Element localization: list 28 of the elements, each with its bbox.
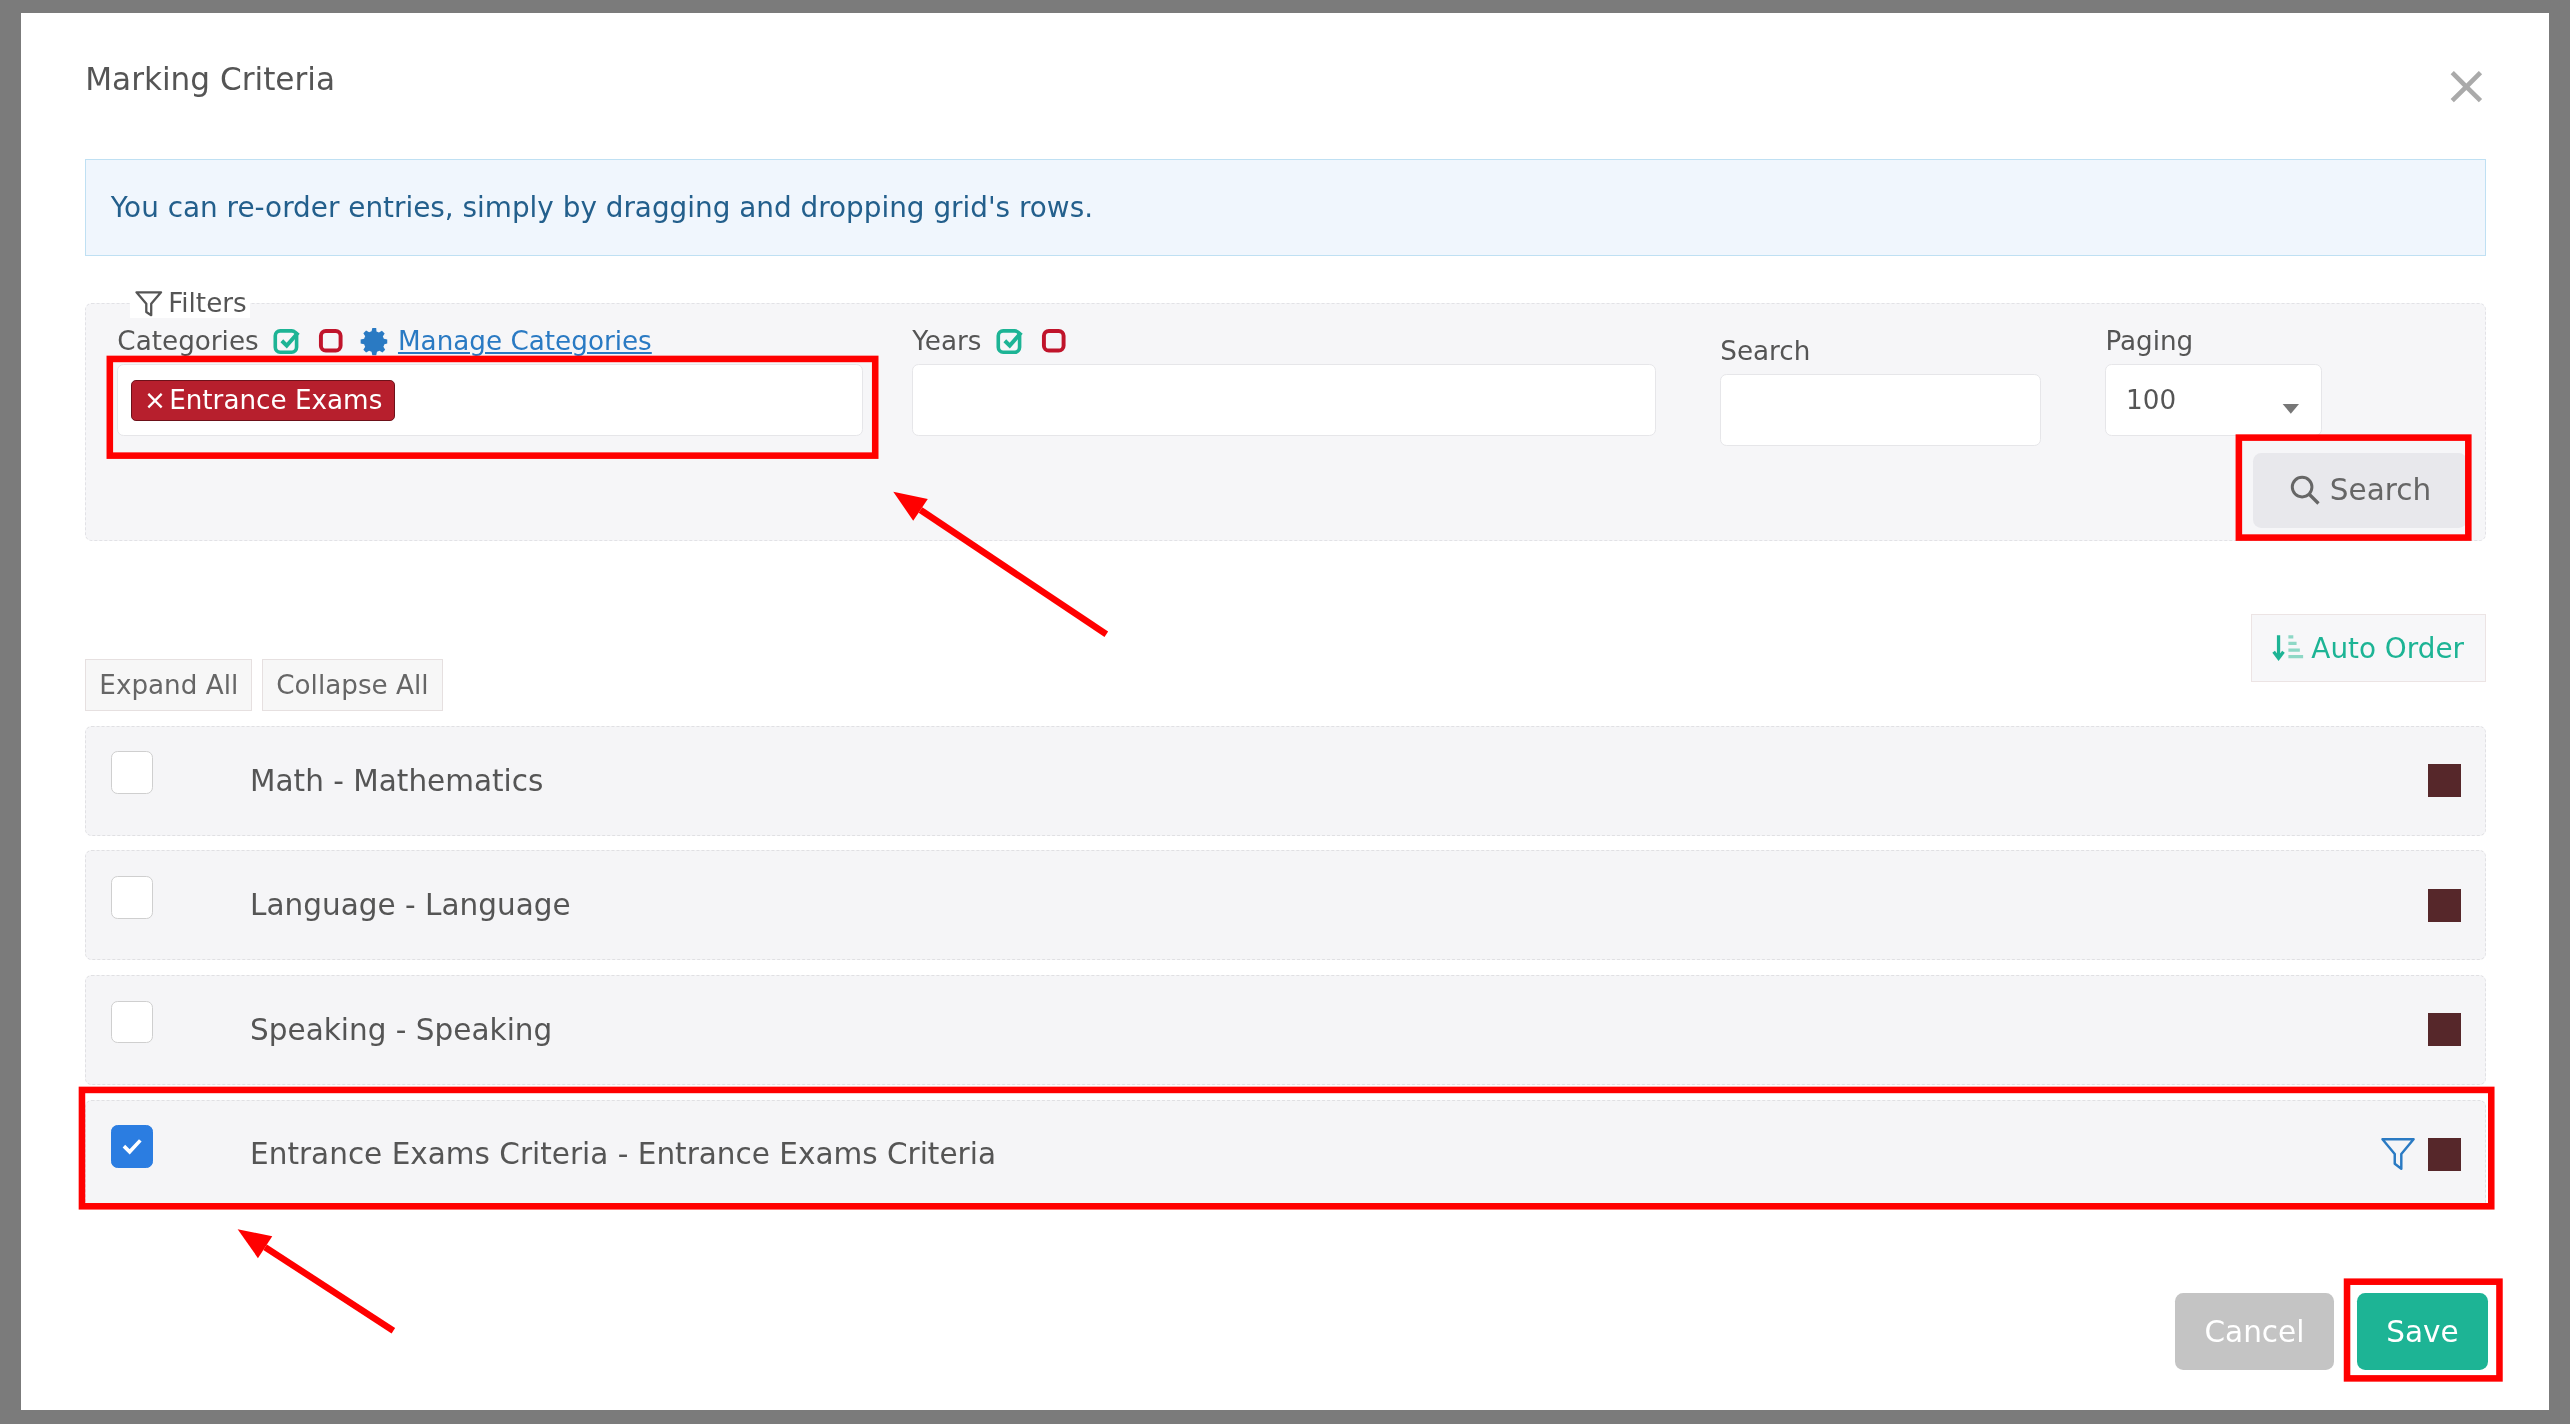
search-button[interactable]: Search [2252, 452, 2468, 529]
funnel-icon [133, 288, 164, 319]
tag-remove-button[interactable]: × [143, 385, 166, 416]
collapse-all-button[interactable]: Collapse All [262, 658, 443, 712]
criteria-row[interactable]: Math - Mathematics [85, 725, 2487, 836]
manage-categories-link[interactable]: Manage Categories [360, 325, 652, 357]
paging-select[interactable]: 100 [2105, 364, 2322, 437]
field-label: Search [1720, 336, 1811, 367]
dialog-title: Marking Criteria [85, 60, 336, 97]
search-icon [2288, 474, 2322, 507]
checkbox[interactable] [110, 1125, 154, 1168]
field-label: Paging [2105, 326, 2194, 357]
tag-label: Entrance Exams [169, 385, 383, 416]
search-field[interactable] [1720, 374, 2042, 447]
years-field[interactable] [912, 364, 1657, 437]
expand-all-button[interactable]: Expand All [85, 658, 253, 712]
criteria-label: Language - Language [250, 888, 572, 923]
criteria-label: Entrance Exams Criteria - Entrance Exams Criteria [250, 1137, 997, 1172]
categories-field[interactable]: ×Entrance Exams [117, 364, 864, 437]
criteria-label: Math - Mathematics [250, 763, 545, 798]
filters-legend: Filters [168, 288, 247, 319]
criteria-row[interactable]: Language - Language [85, 850, 2487, 961]
criteria-label: Speaking - Speaking [250, 1012, 554, 1047]
funnel-icon[interactable] [2380, 1136, 2417, 1173]
info-message: You can re-order entries, simply by dragging and dropping grid's rows. [85, 158, 2487, 256]
criteria-row[interactable]: Speaking - Speaking [85, 974, 2487, 1085]
field-label: Years [912, 326, 982, 357]
field-label: Categories [117, 326, 259, 357]
